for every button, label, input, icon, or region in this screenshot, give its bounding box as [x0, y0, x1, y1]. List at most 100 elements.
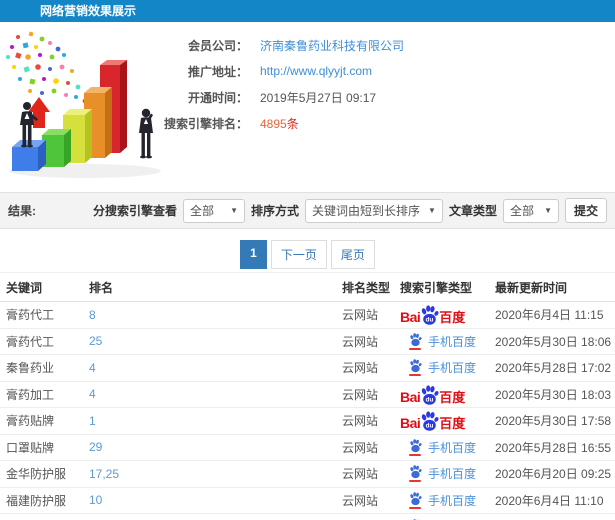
mobile-baidu-label: 手机百度: [428, 334, 477, 349]
info-fields: 会员公司： 济南秦鲁药业科技有限公司 推广地址： http://www.qlyy…: [148, 32, 404, 136]
baidu-logo: Bai du 百度: [400, 411, 466, 432]
keyword-cell: 金华防护服: [6, 467, 67, 482]
date-cell: 2020年5月30日 17:58: [495, 414, 612, 429]
info-row-company: 会员公司： 济南秦鲁药业科技有限公司: [148, 32, 404, 58]
rank-link[interactable]: 29: [89, 440, 342, 454]
article-type-value: 全部: [509, 204, 534, 218]
engine-cell: Bai du 百度: [400, 305, 495, 326]
keyword-cell: 口罩贴牌: [6, 440, 55, 455]
sort-select[interactable]: 关键词由短到长排序 ▼: [305, 198, 443, 223]
rank-type-cell: 云网站: [342, 493, 379, 508]
engine-cell: Bai du 百度: [400, 465, 495, 483]
rank-link[interactable]: 1: [89, 414, 342, 428]
info-section: 会员公司： 济南秦鲁药业科技有限公司 推广地址： http://www.qlyy…: [0, 22, 615, 192]
keyword-cell: 膏药代工: [6, 308, 55, 323]
rank-link[interactable]: 17,25: [89, 467, 342, 481]
keyword-cell: 膏药加工: [6, 387, 55, 402]
baidu-logo: Bai du 百度: [400, 305, 465, 326]
url-label: 推广地址：: [187, 64, 248, 79]
rank-type-cell: 云网站: [342, 387, 379, 402]
submit-button[interactable]: 提交: [564, 198, 607, 223]
rank-link[interactable]: 4: [89, 387, 342, 401]
mobile-baidu-logo: 手机百度: [408, 492, 476, 509]
svg-text:du: du: [426, 396, 434, 403]
keyword-cell: 膏药代工: [6, 334, 55, 349]
keyword-cell: 福建防护服: [6, 493, 67, 508]
mobile-baidu-label: 手机百度: [428, 467, 477, 482]
date-cell: 2020年5月28日 17:02: [495, 361, 612, 376]
keyword-cell: 秦鲁药业: [6, 361, 55, 376]
mobile-baidu-underline: [409, 347, 421, 350]
baidu-wordmark-bai: Bai: [400, 388, 421, 405]
article-type-select[interactable]: 全部 ▼: [502, 198, 559, 223]
company-link[interactable]: 济南秦鲁药业科技有限公司: [260, 37, 404, 54]
pagination-next-button[interactable]: 下一页: [270, 240, 327, 269]
chevron-down-icon: ▼: [428, 206, 436, 215]
mobile-baidu-underline: [409, 506, 421, 509]
baidu-paw-icon: du: [419, 411, 440, 432]
svg-text:du: du: [426, 317, 434, 324]
table-header: 关键词 排名 排名类型 搜索引擎类型 最新更新时间: [0, 273, 615, 302]
mobile-baidu-paw-icon: [408, 439, 423, 456]
date-cell: 2020年5月30日 18:06: [495, 334, 612, 349]
date-cell: 2020年6月4日 11:15: [495, 308, 604, 323]
rank-link[interactable]: 4: [89, 361, 342, 375]
rank-value: 4895条: [260, 115, 299, 132]
mobile-baidu-underline: [409, 374, 421, 377]
baidu-wordmark-bai: Bai: [400, 309, 421, 326]
mobile-baidu-paw-icon: [408, 492, 423, 509]
table-row: Bai du 百度: [0, 514, 615, 520]
mobile-baidu-label: 手机百度: [428, 440, 477, 455]
pagination-last-button[interactable]: 尾页: [330, 240, 375, 269]
bar-green: [42, 129, 71, 167]
table-row: 福建防护服 10 云网站 Bai du: [0, 488, 615, 514]
mobile-baidu-logo: 手机百度: [408, 465, 477, 483]
sort-label: 排序方式: [251, 204, 300, 218]
mobile-baidu-paw-icon: [408, 465, 423, 483]
mobile-baidu-underline: [409, 453, 421, 456]
rank-type-cell: 云网站: [342, 440, 379, 455]
keyword-cell: 膏药贴牌: [6, 414, 55, 429]
rank-type-cell: 云网站: [342, 414, 379, 429]
mobile-baidu-logo: 手机百度: [408, 439, 476, 456]
pagination-current-page[interactable]: 1: [240, 240, 267, 269]
company-label: 会员公司：: [187, 38, 248, 53]
date-cell: 2020年6月4日 11:10: [495, 493, 604, 508]
filter-controls: 分搜索引擎查看 全部 ▼ 排序方式 关键词由短到长排序 ▼ 文章类型 全部 ▼ …: [93, 198, 607, 223]
table-row: 秦鲁药业 4 云网站 Bai du: [0, 355, 615, 382]
rank-link[interactable]: 10: [89, 493, 342, 507]
article-type-label: 文章类型: [448, 204, 497, 218]
page-title: 网络营销效果展示: [40, 4, 137, 18]
engine-filter-value: 全部: [190, 204, 215, 218]
baidu-logo: Bai du 百度: [400, 385, 465, 405]
table-row: 膏药代工 8 云网站 Bai du 百度 2020年6月4日 11:15: [0, 302, 615, 329]
promotion-url-link[interactable]: http://www.qlyyjt.com: [260, 64, 372, 78]
rank-type-cell: 云网站: [342, 308, 379, 323]
table-row: 膏药代工 25 云网站 Bai du: [0, 329, 615, 355]
open-time-value: 2019年5月27日 09:17: [260, 90, 377, 105]
title-bar: 网络营销效果展示: [0, 0, 615, 22]
rank-unit: 条: [286, 116, 299, 131]
engine-filter-label: 分搜索引擎查看: [93, 204, 178, 218]
date-cell: 2020年6月20日 09:25: [495, 467, 612, 482]
mobile-baidu-paw-icon: [408, 359, 423, 377]
header-update-time: 最新更新时间: [495, 280, 568, 295]
rank-type-cell: 云网站: [342, 361, 379, 376]
pagination: 1 下一页 尾页: [0, 240, 615, 269]
filter-bar: 结果: 分搜索引擎查看 全部 ▼ 排序方式 关键词由短到长排序 ▼ 文章类型 全…: [0, 192, 615, 229]
info-row-time: 开通时间： 2019年5月27日 09:17: [148, 84, 404, 110]
info-row-rank: 搜索引擎排名： 4895条: [148, 110, 404, 136]
baidu-wordmark-cn: 百度: [439, 416, 466, 432]
rank-link[interactable]: 25: [89, 334, 342, 348]
mobile-baidu-label: 手机百度: [428, 493, 477, 508]
sort-value: 关键词由短到长排序: [312, 204, 421, 218]
engine-cell: Bai du 百度: [400, 411, 495, 432]
page: 网络营销效果展示 会员公司： 济南秦鲁药业科技有限公司 推广地址： http:/…: [0, 0, 615, 520]
info-row-url: 推广地址： http://www.qlyyjt.com: [148, 58, 404, 84]
rank-link[interactable]: 8: [89, 308, 342, 322]
header-rank-type: 排名类型: [342, 280, 391, 295]
date-cell: 2020年5月28日 16:55: [495, 440, 612, 455]
engine-filter-select[interactable]: 全部 ▼: [183, 198, 246, 223]
header-engine-type: 搜索引擎类型: [400, 280, 473, 295]
rank-count: 4895: [260, 116, 287, 131]
